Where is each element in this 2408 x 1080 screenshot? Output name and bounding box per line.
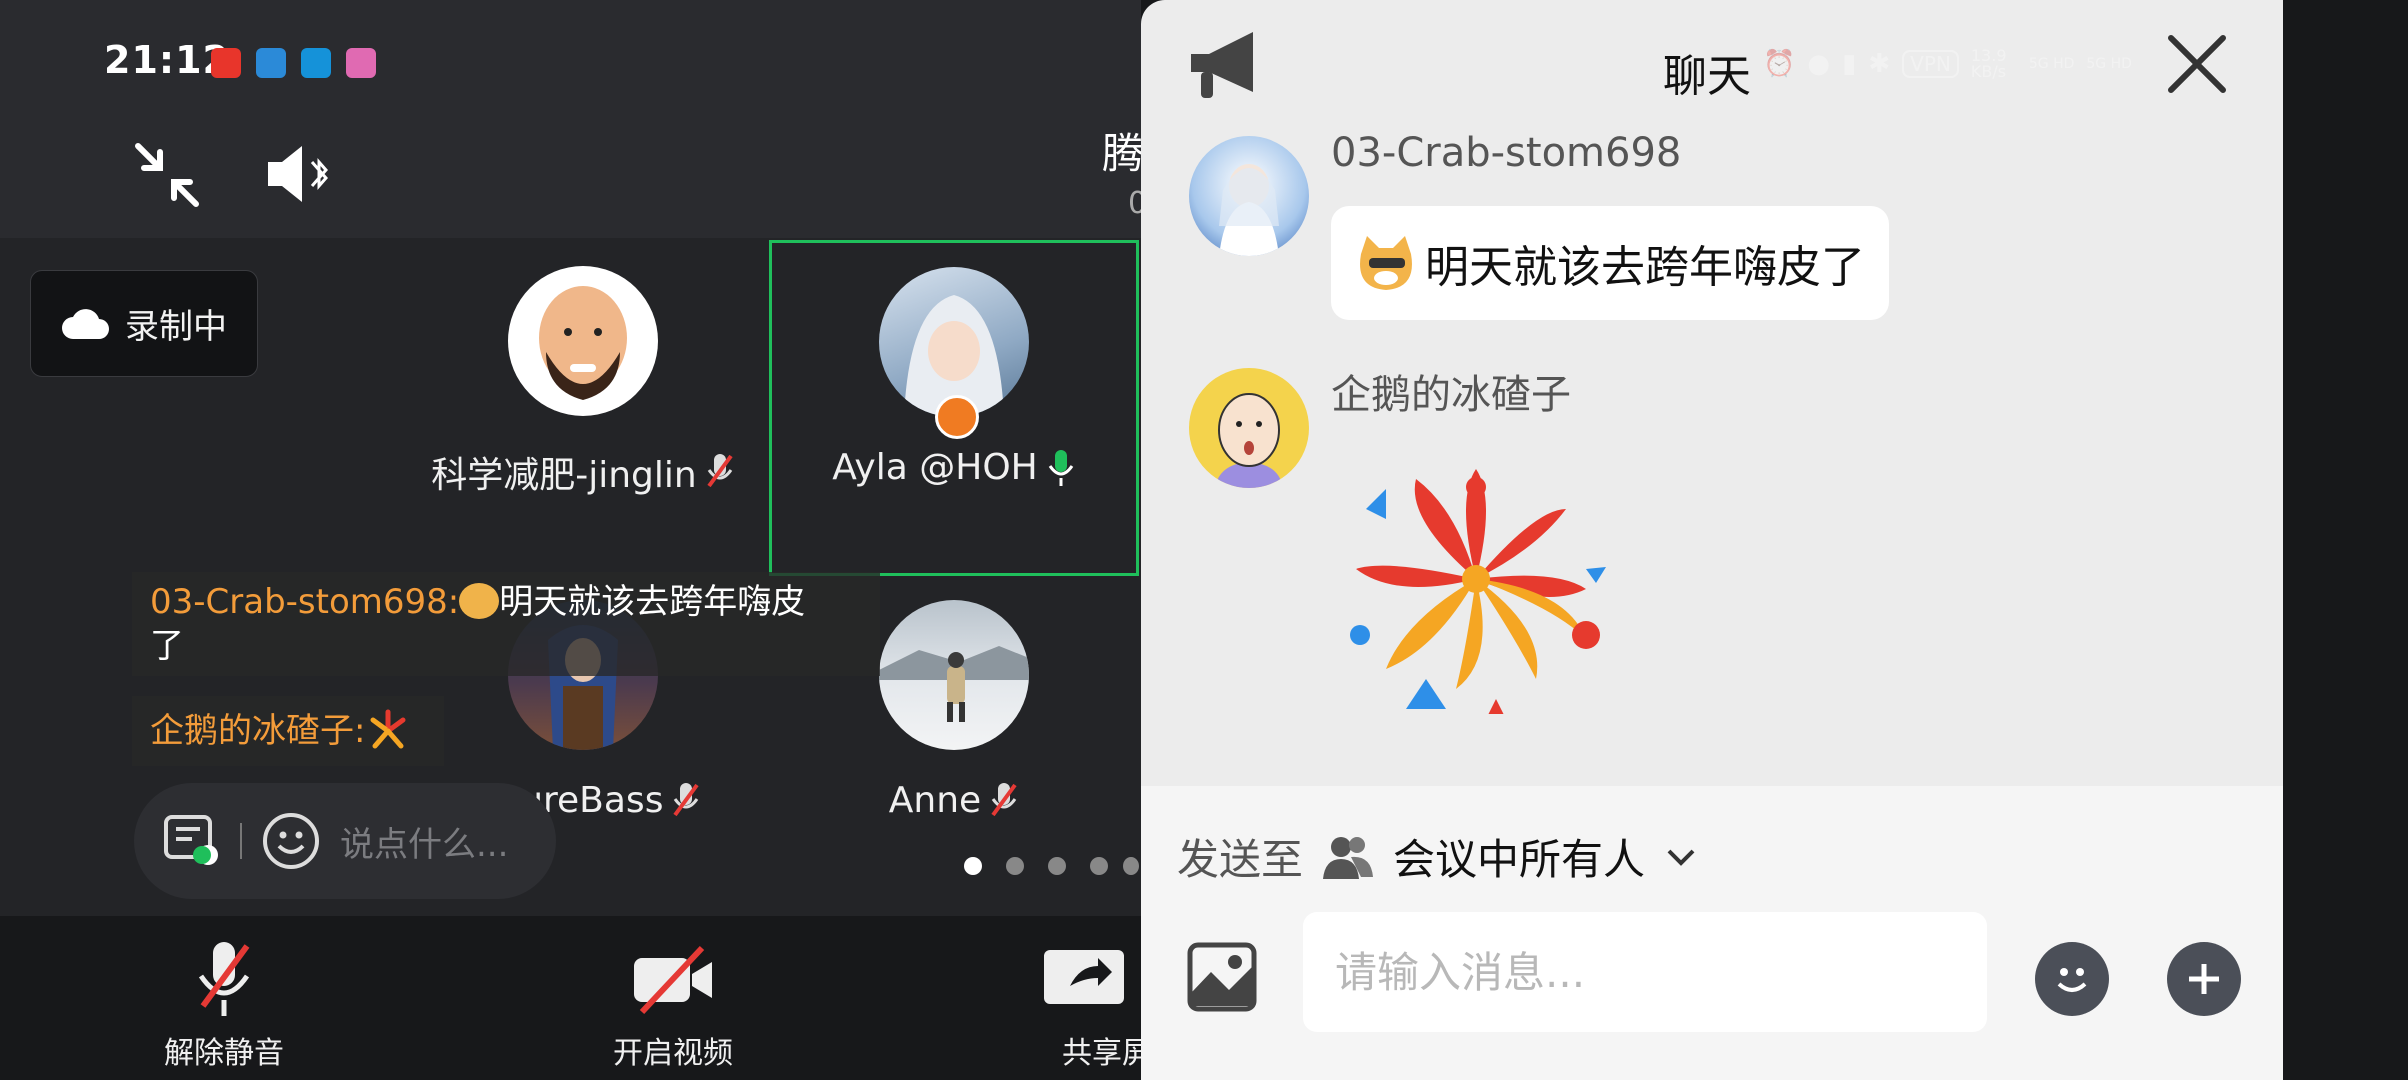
page-dot[interactable] xyxy=(1006,857,1024,875)
qidian-icon xyxy=(211,48,241,78)
group-people-icon xyxy=(1323,836,1374,879)
bluetooth-speaker-icon[interactable] xyxy=(264,142,334,206)
firework-sticker[interactable] xyxy=(1331,454,1621,714)
megaphone-icon[interactable] xyxy=(1187,28,1267,104)
chat-sender: 企鹅的冰碴子 xyxy=(1331,372,1571,418)
anime-blue-avatar[interactable] xyxy=(1189,136,1309,256)
send-to-selector[interactable]: 发送至 会议中所有人 xyxy=(1177,826,1699,887)
firework-emoji-icon xyxy=(370,709,406,749)
host-badge-icon xyxy=(935,395,979,439)
participant-name: Anne xyxy=(888,780,982,821)
meeting-area: 21:12 腾 0 录制中 科学减肥-jinglin Ayla @HOH Fut… xyxy=(0,0,1147,1080)
floating-message: 企鹅的冰碴子: xyxy=(132,696,444,766)
floating-text: 明天就该去跨年嗨皮 xyxy=(499,582,806,622)
quick-chat-bar[interactable]: 说点什么... xyxy=(134,783,556,899)
unmute-button[interactable]: 解除静音 xyxy=(124,916,324,1080)
unmute-label: 解除静音 xyxy=(164,1036,284,1071)
collapse-icon[interactable] xyxy=(132,140,202,210)
floating-text-line2: 了 xyxy=(150,626,184,666)
chat-panel: 聊天 ⏰ ● ▮ ✱ VPN 13.9 KB/s 5G HD 5G HD 03-… xyxy=(1141,0,2283,1080)
mic-muted-icon xyxy=(707,454,733,488)
participant-tile-active[interactable]: Ayla @HOH xyxy=(769,240,1139,576)
quick-chat-placeholder[interactable]: 说点什么... xyxy=(340,817,508,866)
add-more-button[interactable] xyxy=(2167,942,2241,1016)
signal-5g-2: 5G HD xyxy=(2086,56,2132,72)
doge-emoji-icon xyxy=(1360,236,1412,290)
recording-badge[interactable]: 录制中 xyxy=(30,270,258,377)
close-icon[interactable] xyxy=(2163,30,2231,98)
plus-icon xyxy=(2189,964,2219,994)
divider xyxy=(240,823,242,859)
chat-composer: 发送至 会议中所有人 xyxy=(1141,786,2283,1080)
share-screen-label: 共享屏 xyxy=(1062,1036,1141,1071)
chat-list-icon[interactable] xyxy=(162,811,222,871)
emoji-smile-icon[interactable] xyxy=(260,810,322,872)
edge-browser-icon xyxy=(301,48,331,78)
emoji-button[interactable] xyxy=(2035,942,2109,1016)
floating-sender: 03-Crab-stom698: xyxy=(150,582,460,622)
page-dot[interactable] xyxy=(1048,857,1066,875)
floating-message: 03-Crab-stom698: 明天就该去跨年嗨皮 了 xyxy=(132,572,880,676)
page-dot-active[interactable] xyxy=(964,857,982,875)
pink-app-icon xyxy=(346,48,376,78)
vpn-icon: VPN xyxy=(1902,50,1959,78)
share-screen-icon xyxy=(1044,950,1124,1004)
net-speed: 13.9 KB/s xyxy=(1970,46,2007,81)
mic-muted-icon xyxy=(673,782,700,816)
mic-muted-icon xyxy=(991,782,1017,816)
blue-app-icon xyxy=(256,48,286,78)
status-bar-icons: ⏰ ● ▮ ✱ VPN 13.9 KB/s 5G HD 5G HD xyxy=(1763,44,2132,84)
send-to-target: 会议中所有人 xyxy=(1393,835,1646,884)
cloud-icon xyxy=(62,308,109,339)
emoji-smile-icon xyxy=(2057,968,2087,992)
mic-icon: ● xyxy=(1807,49,1831,79)
doge-emoji-icon xyxy=(459,583,500,619)
message-input[interactable] xyxy=(1303,912,1987,1032)
meeting-title: 腾 xyxy=(1102,129,1145,178)
start-video-label: 开启视频 xyxy=(613,1036,733,1071)
recording-label: 录制中 xyxy=(125,307,227,347)
mic-muted-icon xyxy=(198,942,250,1016)
participant-name-row: Anne xyxy=(769,780,1139,821)
chat-bubble[interactable]: 明天就该去跨年嗨皮了 xyxy=(1331,206,1889,320)
mic-active-icon xyxy=(1048,449,1073,486)
bald-man-avatar xyxy=(508,266,658,416)
participant-name: 科学减肥-jinglin xyxy=(431,455,697,496)
image-picker-icon[interactable] xyxy=(1187,942,1257,1012)
start-video-button[interactable]: 开启视频 xyxy=(573,916,773,1080)
vibrate-icon: ▮ xyxy=(1842,49,1857,79)
cartoon-yellow-avatar[interactable] xyxy=(1189,368,1309,488)
chevron-down-icon xyxy=(1667,849,1695,866)
share-screen-button[interactable]: 共享屏 xyxy=(1020,916,1141,1080)
signal-5g-1: 5G HD xyxy=(2028,56,2075,72)
meeting-top-bar: 21:12 腾 0 xyxy=(0,0,1147,238)
participant-name: Ayla @HOH xyxy=(832,447,1038,488)
participant-name-row: 科学减肥-jinglin xyxy=(398,446,768,498)
snow-person-avatar xyxy=(879,600,1029,750)
page-dot[interactable] xyxy=(1123,857,1139,875)
participant-name-row: Ayla @HOH xyxy=(772,447,1136,488)
chat-bubble-text: 明天就该去跨年嗨皮了 xyxy=(1425,242,1865,293)
floating-message-line1: 03-Crab-stom698: 明天就该去跨年嗨皮 xyxy=(150,580,862,624)
chat-title: 聊天 xyxy=(1663,51,1751,102)
screen-edge xyxy=(2283,0,2408,1080)
bluetooth-icon: ✱ xyxy=(1868,49,1891,79)
participant-tile[interactable]: 科学减肥-jinglin xyxy=(398,240,768,576)
alarm-icon: ⏰ xyxy=(1763,49,1796,79)
floating-sender: 企鹅的冰碴子: xyxy=(150,711,366,751)
chat-sender: 03-Crab-stom698 xyxy=(1331,130,1682,176)
video-off-icon xyxy=(634,945,712,1015)
send-to-label: 发送至 xyxy=(1177,835,1304,884)
meeting-toolbar: 解除静音 开启视频 共享屏 xyxy=(0,916,1141,1080)
page-dot[interactable] xyxy=(1090,857,1108,875)
